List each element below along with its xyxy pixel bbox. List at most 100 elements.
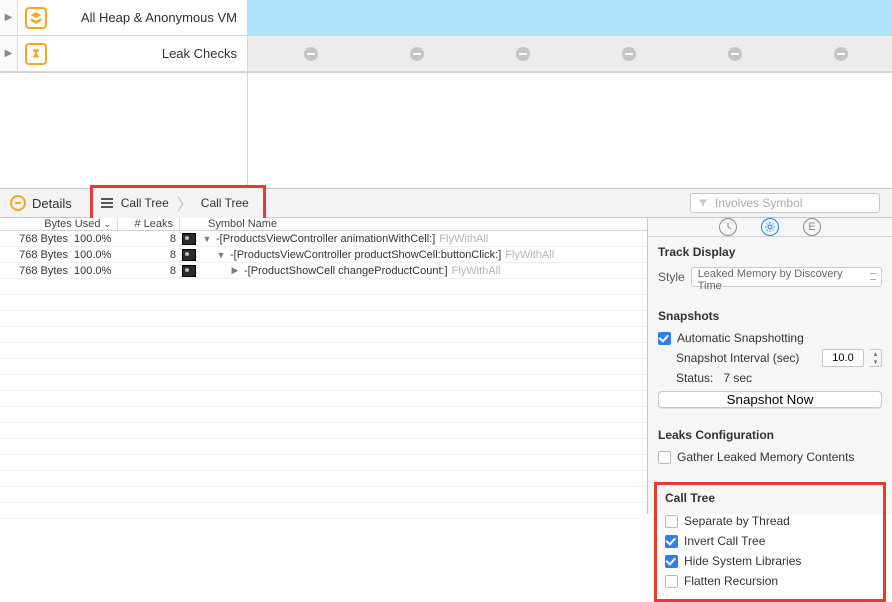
table-row[interactable]: 768 Bytes100.0%8▶-[ProductShowCell chang… bbox=[0, 263, 647, 279]
table-row[interactable] bbox=[0, 343, 647, 359]
call-tree-option[interactable]: Hide System Libraries bbox=[661, 551, 879, 571]
col-symbol-name[interactable]: Symbol Name bbox=[180, 218, 647, 230]
interval-stepper[interactable]: ▴▾ bbox=[870, 349, 882, 367]
table-row[interactable] bbox=[0, 503, 647, 519]
breadcrumb-item[interactable]: Call Tree bbox=[201, 196, 249, 210]
filter-field[interactable] bbox=[690, 193, 880, 213]
checkbox-label: Automatic Snapshotting bbox=[677, 331, 804, 345]
chevron-right-icon: 〉 bbox=[177, 191, 193, 215]
table-row[interactable] bbox=[0, 423, 647, 439]
snapshot-now-button[interactable]: Snapshot Now bbox=[658, 391, 882, 408]
leak-marker[interactable] bbox=[516, 47, 530, 61]
table-row[interactable] bbox=[0, 359, 647, 375]
symbol-name: -[ProductShowCell changeProductCount:] bbox=[244, 265, 448, 277]
disclosure-triangle[interactable]: ▼ bbox=[216, 250, 226, 260]
table-row[interactable] bbox=[0, 471, 647, 487]
symbol-library: FlyWithAll bbox=[452, 265, 501, 277]
track-label: All Heap & Anonymous VM bbox=[54, 0, 248, 35]
leak-marker[interactable] bbox=[304, 47, 318, 61]
symbol-library: FlyWithAll bbox=[505, 249, 554, 261]
col-bytes-used[interactable]: Bytes Used⌄ bbox=[0, 218, 118, 230]
checkbox[interactable] bbox=[658, 332, 671, 345]
style-label: Style bbox=[658, 270, 685, 284]
table-row[interactable] bbox=[0, 455, 647, 471]
table-row[interactable] bbox=[0, 407, 647, 423]
breadcrumb-item[interactable]: Call Tree bbox=[121, 196, 169, 210]
call-tree-option[interactable]: Invert Call Tree bbox=[661, 531, 879, 551]
table-row[interactable]: 768 Bytes100.0%8▼-[ProductsViewControlle… bbox=[0, 231, 647, 247]
call-tree-options: Call Tree Separate by Thread Invert Call … bbox=[654, 482, 886, 602]
checkbox[interactable] bbox=[665, 515, 678, 528]
cell-percent: 100.0% bbox=[72, 265, 118, 277]
table-body[interactable]: 768 Bytes100.0%8▼-[ProductsViewControlle… bbox=[0, 231, 647, 519]
symbol-name: -[ProductsViewController animationWithCe… bbox=[216, 233, 435, 245]
table-row[interactable] bbox=[0, 375, 647, 391]
table-header[interactable]: Bytes Used⌄ # Leaks Symbol Name bbox=[0, 218, 647, 231]
table-row[interactable] bbox=[0, 391, 647, 407]
inspector-panel: E Track Display Style Leaked Memory by D… bbox=[648, 218, 892, 514]
call-tree-table: Bytes Used⌄ # Leaks Symbol Name 768 Byte… bbox=[0, 218, 648, 514]
table-row[interactable] bbox=[0, 311, 647, 327]
cell-bytes: 768 Bytes bbox=[0, 265, 72, 277]
cell-bytes: 768 Bytes bbox=[0, 233, 72, 245]
checkbox[interactable] bbox=[665, 535, 678, 548]
style-select[interactable]: Leaked Memory by Discovery Time bbox=[691, 267, 882, 287]
table-row[interactable] bbox=[0, 487, 647, 503]
checkbox[interactable] bbox=[658, 451, 671, 464]
table-row[interactable] bbox=[0, 295, 647, 311]
cell-leak-count: 8 bbox=[118, 249, 180, 261]
section-title: Leaks Configuration bbox=[648, 420, 892, 448]
thread-icon bbox=[180, 265, 198, 277]
leak-marker[interactable] bbox=[410, 47, 424, 61]
checkbox-label: Separate by Thread bbox=[684, 514, 790, 528]
track-lane-leaks[interactable] bbox=[248, 36, 892, 71]
gather-contents-row[interactable]: Gather Leaked Memory Contents bbox=[648, 448, 892, 466]
interval-label: Snapshot Interval (sec) bbox=[676, 351, 799, 365]
cell-bytes: 768 Bytes bbox=[0, 249, 72, 261]
timeline-tracks: ▶ All Heap & Anonymous VM ▶ Leak Checks bbox=[0, 0, 892, 73]
checkbox-label: Gather Leaked Memory Contents bbox=[677, 450, 854, 464]
allocations-icon bbox=[18, 0, 54, 35]
disclosure-triangle[interactable]: ▼ bbox=[202, 234, 212, 244]
table-row[interactable] bbox=[0, 439, 647, 455]
breadcrumb[interactable]: Call Tree 〉 Call Tree bbox=[90, 185, 266, 221]
section-title: Call Tree bbox=[661, 489, 879, 511]
table-row[interactable] bbox=[0, 279, 647, 295]
list-icon bbox=[101, 198, 113, 208]
details-label[interactable]: Details bbox=[32, 196, 72, 211]
disclosure-triangle[interactable]: ▶ bbox=[0, 36, 18, 71]
status-label: Status: bbox=[676, 371, 713, 385]
inspector-tabs[interactable]: E bbox=[648, 218, 892, 237]
tab-display-settings[interactable] bbox=[761, 218, 779, 236]
filter-input[interactable] bbox=[715, 196, 873, 210]
interval-input[interactable] bbox=[822, 349, 864, 367]
sort-caret-icon: ⌄ bbox=[103, 219, 111, 230]
timeline-blank-area bbox=[0, 73, 892, 188]
disclosure-triangle[interactable]: ▶ bbox=[230, 265, 240, 276]
section-title: Track Display bbox=[648, 237, 892, 265]
cell-percent: 100.0% bbox=[72, 233, 118, 245]
call-tree-option[interactable]: Flatten Recursion bbox=[661, 571, 879, 591]
track-allocations[interactable]: ▶ All Heap & Anonymous VM bbox=[0, 0, 892, 36]
checkbox[interactable] bbox=[665, 575, 678, 588]
leak-marker[interactable] bbox=[622, 47, 636, 61]
detail-toolbar: Details Call Tree 〉 Call Tree bbox=[0, 188, 892, 218]
checkbox[interactable] bbox=[665, 555, 678, 568]
track-leaks[interactable]: ▶ Leak Checks bbox=[0, 36, 892, 72]
filter-icon bbox=[697, 197, 709, 209]
table-row[interactable]: 768 Bytes100.0%8▼-[ProductsViewControlle… bbox=[0, 247, 647, 263]
tab-record-settings[interactable] bbox=[719, 218, 737, 236]
status-value: 7 sec bbox=[723, 371, 752, 385]
auto-snapshot-row[interactable]: Automatic Snapshotting bbox=[648, 329, 892, 347]
tab-extended-detail[interactable]: E bbox=[803, 218, 821, 236]
table-row[interactable] bbox=[0, 327, 647, 343]
leak-marker[interactable] bbox=[728, 47, 742, 61]
thread-icon bbox=[180, 249, 198, 261]
col-leak-count[interactable]: # Leaks bbox=[118, 218, 180, 230]
leak-marker[interactable] bbox=[834, 47, 848, 61]
track-label: Leak Checks bbox=[54, 36, 248, 71]
leaks-icon bbox=[18, 36, 54, 71]
call-tree-option[interactable]: Separate by Thread bbox=[661, 511, 879, 531]
disclosure-triangle[interactable]: ▶ bbox=[0, 0, 18, 35]
track-lane-allocations[interactable] bbox=[248, 0, 892, 35]
